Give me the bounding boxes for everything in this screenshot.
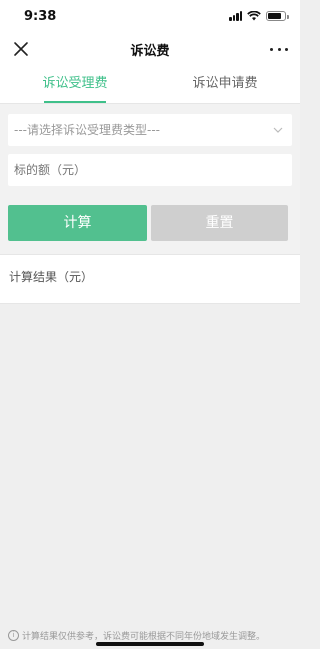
chevron-down-icon <box>273 127 283 133</box>
more-icon[interactable] <box>270 40 288 58</box>
reset-button[interactable]: 重置 <box>151 205 288 241</box>
fee-type-select-placeholder: ---请选择诉讼受理费类型--- <box>14 123 160 137</box>
tab-application-fee[interactable]: 诉讼申请费 <box>150 64 300 104</box>
fee-type-select[interactable]: ---请选择诉讼受理费类型--- <box>8 114 292 146</box>
battery-icon <box>266 11 289 21</box>
calculate-button[interactable]: 计算 <box>8 205 147 241</box>
home-indicator <box>96 642 204 646</box>
page-title: 诉讼费 <box>130 44 170 59</box>
result-panel: 计算结果（元） <box>0 254 300 304</box>
status-time: 9:38 <box>24 9 57 24</box>
form-area: ---请选择诉讼受理费类型--- 计算 重置 <box>0 104 300 254</box>
signal-icon <box>229 11 242 21</box>
result-label: 计算结果（元） <box>9 270 94 284</box>
status-bar: 9:38 <box>0 0 300 34</box>
status-icons <box>229 11 289 21</box>
amount-input[interactable] <box>8 154 292 186</box>
tab-bar: 诉讼受理费 诉讼申请费 <box>0 64 300 104</box>
info-icon: i <box>8 630 19 641</box>
active-tab-indicator <box>44 101 106 103</box>
nav-bar: 诉讼费 <box>0 34 300 64</box>
tab-acceptance-fee[interactable]: 诉讼受理费 <box>0 64 150 104</box>
footer-notice: 计算结果仅供参考，诉讼费可能根据不同年份地域发生调整。 <box>22 632 266 642</box>
wifi-icon <box>247 11 261 21</box>
